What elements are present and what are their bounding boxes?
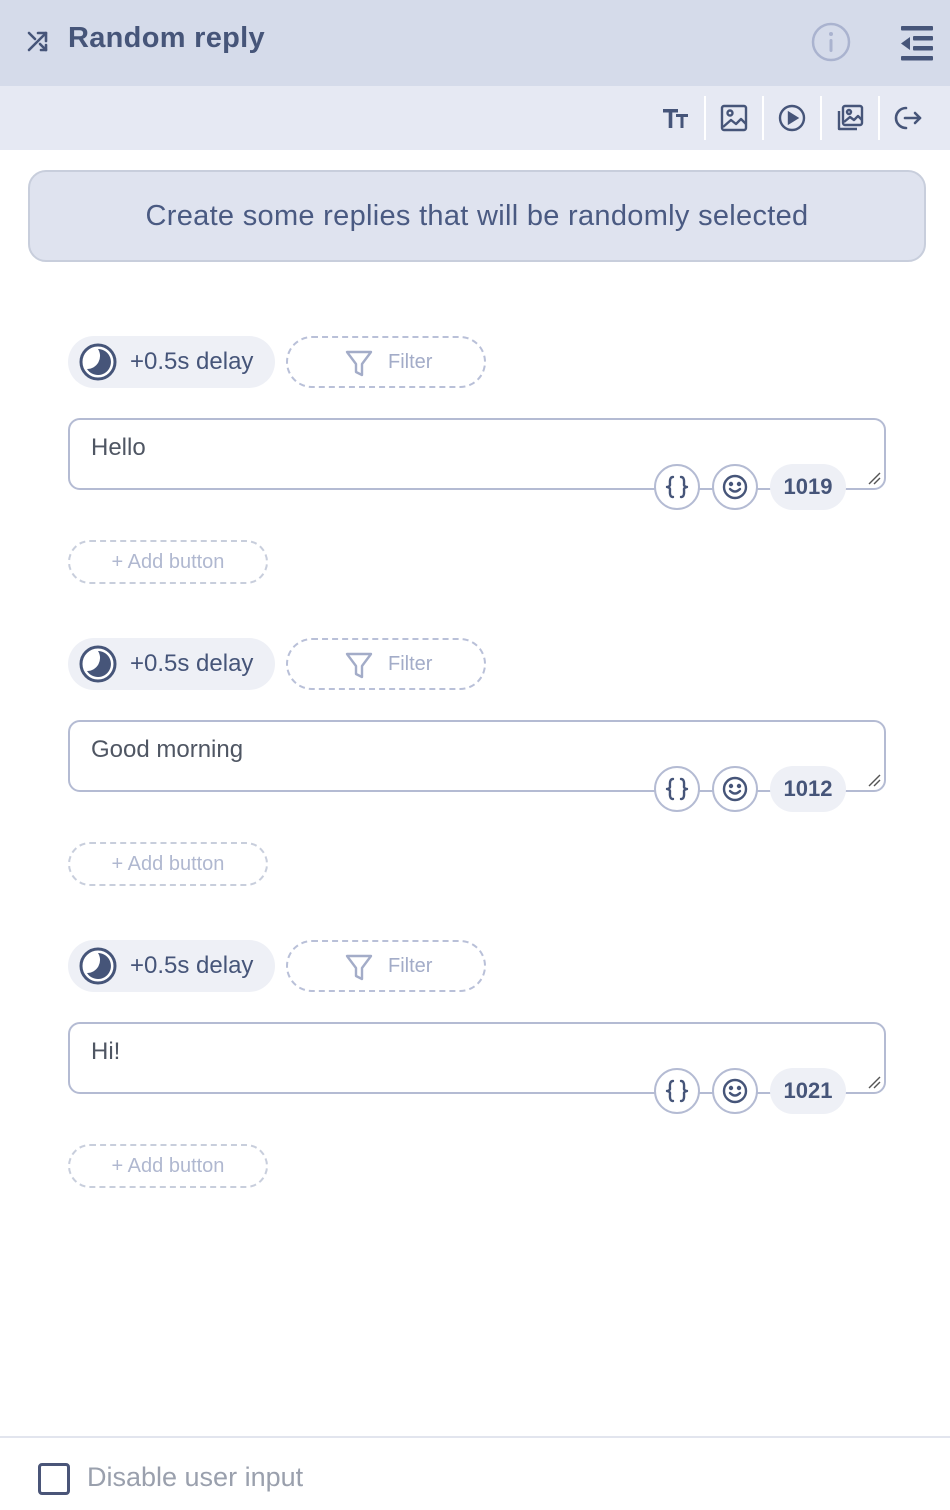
exit-icon [894, 106, 922, 130]
reply-text-value: Hello [91, 434, 146, 461]
insert-emoji-button[interactable] [712, 464, 758, 510]
play-icon [778, 104, 806, 132]
filter-button[interactable]: Filter [286, 638, 486, 690]
content-toolbar [0, 86, 950, 150]
reply-text-value: Hi! [91, 1038, 121, 1065]
disable-user-input-checkbox[interactable] [38, 1463, 70, 1495]
add-button-button[interactable]: + Add button [68, 540, 268, 584]
delay-clock-icon [79, 343, 117, 381]
text-size-icon [663, 109, 688, 128]
footer-divider [0, 1436, 950, 1438]
insert-emoji-button[interactable] [712, 766, 758, 812]
filter-label: Filter [388, 955, 433, 977]
exit-button[interactable] [886, 96, 930, 140]
insert-variable-button[interactable] [654, 1068, 700, 1114]
filter-icon [345, 652, 373, 679]
smiley-icon [722, 474, 748, 500]
image-icon [720, 104, 748, 132]
filter-icon [345, 954, 373, 981]
insert-emoji-button[interactable] [712, 1068, 758, 1114]
filter-button[interactable]: Filter [286, 940, 486, 992]
character-count: 1019 [770, 464, 846, 510]
delay-label: +0.5s delay [130, 650, 254, 677]
delay-button[interactable]: +0.5s delay [68, 336, 275, 388]
delay-label: +0.5s delay [130, 348, 254, 375]
reply-block: +0.5s delay Filter Hi! 1021 + Add button [68, 940, 888, 1192]
delay-clock-icon [79, 645, 117, 683]
smiley-icon [722, 776, 748, 802]
insert-variable-button[interactable] [654, 766, 700, 812]
curly-braces-icon [665, 475, 689, 499]
delay-label: +0.5s delay [130, 952, 254, 979]
add-gallery-button[interactable] [828, 96, 872, 140]
curly-braces-icon [665, 1079, 689, 1103]
filter-button[interactable]: Filter [286, 336, 486, 388]
gallery-icon [837, 104, 864, 131]
random-reply-hint: Create some replies that will be randoml… [28, 170, 926, 262]
shuffle-icon [27, 31, 48, 52]
insert-variable-button[interactable] [654, 464, 700, 510]
collapse-panel-icon[interactable] [895, 22, 937, 64]
reply-block: +0.5s delay Filter Good morning 1012 + A… [68, 638, 888, 890]
add-text-button[interactable] [654, 96, 698, 140]
reply-text-input[interactable]: Hello [68, 418, 886, 490]
resize-grip-icon[interactable] [867, 773, 881, 787]
disable-user-input-label[interactable]: Disable user input [87, 1462, 303, 1493]
character-count: 1012 [770, 766, 846, 812]
filter-label: Filter [388, 653, 433, 675]
filter-icon [345, 350, 373, 377]
add-image-button[interactable] [712, 96, 756, 140]
add-video-button[interactable] [770, 96, 814, 140]
reply-block: +0.5s delay Filter Hello 1019 + Add butt… [68, 336, 888, 588]
character-count: 1021 [770, 1068, 846, 1114]
resize-grip-icon[interactable] [867, 471, 881, 485]
add-button-button[interactable]: + Add button [68, 1144, 268, 1188]
panel-title: Random reply [68, 22, 265, 54]
reply-text-input[interactable]: Good morning [68, 720, 886, 792]
smiley-icon [722, 1078, 748, 1104]
curly-braces-icon [665, 777, 689, 801]
panel-header: Random reply [0, 0, 950, 86]
reply-text-input[interactable]: Hi! [68, 1022, 886, 1094]
reply-text-value: Good morning [91, 736, 244, 763]
delay-button[interactable]: +0.5s delay [68, 638, 275, 690]
resize-grip-icon[interactable] [867, 1075, 881, 1089]
info-icon[interactable] [810, 21, 852, 63]
delay-clock-icon [79, 947, 117, 985]
delay-button[interactable]: +0.5s delay [68, 940, 275, 992]
filter-label: Filter [388, 351, 433, 373]
add-button-button[interactable]: + Add button [68, 842, 268, 886]
